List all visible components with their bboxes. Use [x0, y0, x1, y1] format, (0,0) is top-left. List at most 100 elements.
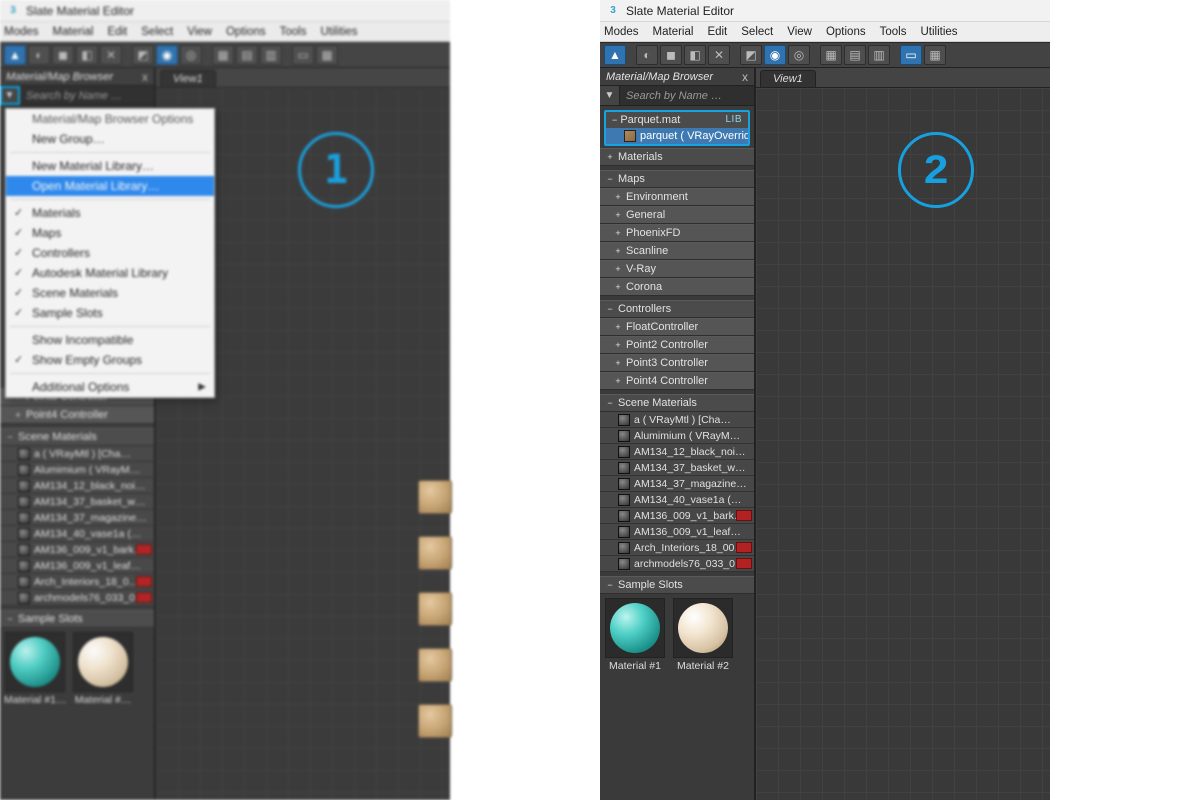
- tool-grid-icon[interactable]: ▦: [924, 45, 946, 65]
- menu-toggle-maps[interactable]: ✓Maps: [6, 223, 214, 243]
- list-item[interactable]: Arch_Interiors_18_0…: [0, 574, 154, 590]
- view-canvas[interactable]: [756, 88, 1050, 800]
- tree-maps-vray[interactable]: +V-Ray: [600, 260, 754, 278]
- tool-pick-icon[interactable]: ◐: [636, 45, 658, 65]
- tool-d-icon[interactable]: ▦: [820, 45, 842, 65]
- menu-show-incompatible[interactable]: Show Incompatible: [6, 330, 214, 350]
- material-node-thumbnail[interactable]: [418, 648, 452, 682]
- tool-f-icon[interactable]: ▥: [260, 45, 282, 65]
- material-node-thumbnail[interactable]: [418, 536, 452, 570]
- library-material-parquet[interactable]: parquet ( VRayOverrid…: [606, 128, 748, 144]
- tool-f-icon[interactable]: ▥: [868, 45, 890, 65]
- tool-a-icon[interactable]: ◩: [740, 45, 762, 65]
- menu-additional-options[interactable]: Additional Options▶: [6, 377, 214, 397]
- tool-c-icon[interactable]: ◎: [180, 45, 202, 65]
- tree-maps-scanline[interactable]: +Scanline: [600, 242, 754, 260]
- menu-toggle-scene-materials[interactable]: ✓Scene Materials: [6, 283, 214, 303]
- tree-point4controller[interactable]: +Point4 Controller: [0, 406, 154, 424]
- menu-select[interactable]: Select: [141, 26, 173, 38]
- menu-toggle-adsk-lib[interactable]: ✓Autodesk Material Library: [6, 263, 214, 283]
- tree-materials[interactable]: +Materials: [600, 148, 754, 166]
- tool-select-icon[interactable]: ▲: [604, 45, 626, 65]
- list-item[interactable]: Alumimium ( VRayM…: [0, 462, 154, 478]
- view-tab[interactable]: View1: [160, 70, 216, 87]
- list-item[interactable]: AM134_37_magazine…: [0, 510, 154, 526]
- tool-d-icon[interactable]: ▦: [212, 45, 234, 65]
- tool-e-icon[interactable]: ▤: [844, 45, 866, 65]
- tree-maps-general[interactable]: +General: [600, 206, 754, 224]
- list-item[interactable]: AM134_37_magazine…: [600, 476, 754, 492]
- list-item[interactable]: Arch_Interiors_18_00…: [600, 540, 754, 556]
- tool-x-icon[interactable]: ✕: [708, 45, 730, 65]
- list-item[interactable]: archmodels76_033_0…: [0, 590, 154, 606]
- list-item[interactable]: AM134_12_black_noi…: [0, 478, 154, 494]
- tree-point2controller[interactable]: +Point2 Controller: [600, 336, 754, 354]
- tool-pick-icon[interactable]: ◐: [28, 45, 50, 65]
- list-item[interactable]: AM136_009_v1_leaf…: [0, 558, 154, 574]
- browser-options-dropdown-icon[interactable]: ▼: [600, 86, 620, 105]
- loaded-library-parquet[interactable]: − Parquet.mat LIB parquet ( VRayOverrid…: [604, 110, 750, 146]
- list-item[interactable]: archmodels76_033_0…: [600, 556, 754, 572]
- menu-select[interactable]: Select: [741, 26, 773, 38]
- sample-slot-2[interactable]: Material #…: [72, 632, 134, 706]
- menu-tools[interactable]: Tools: [280, 26, 307, 38]
- tool-layout-icon[interactable]: ▭: [292, 45, 314, 65]
- menubar[interactable]: Modes Material Edit Select View Options …: [600, 22, 1050, 42]
- tool-c-icon[interactable]: ◎: [788, 45, 810, 65]
- tool-apply-icon[interactable]: ◧: [76, 45, 98, 65]
- search-input[interactable]: Search by Name …: [620, 86, 754, 105]
- list-item[interactable]: Alumimium ( VRayM…: [600, 428, 754, 444]
- menu-show-empty-groups[interactable]: ✓Show Empty Groups: [6, 350, 214, 370]
- menu-edit[interactable]: Edit: [107, 26, 127, 38]
- menu-toggle-controllers[interactable]: ✓Controllers: [6, 243, 214, 263]
- list-item[interactable]: AM134_12_black_noi…: [600, 444, 754, 460]
- material-node-thumbnail[interactable]: [418, 704, 452, 738]
- tree-maps-phoenix[interactable]: +PhoenixFD: [600, 224, 754, 242]
- tool-apply-icon[interactable]: ◧: [684, 45, 706, 65]
- tree-maps-corona[interactable]: +Corona: [600, 278, 754, 296]
- list-item[interactable]: a ( VRayMtl ) [Cha…: [600, 412, 754, 428]
- view-tab[interactable]: View1: [760, 70, 816, 87]
- list-item[interactable]: AM134_37_basket_w…: [0, 494, 154, 510]
- list-item[interactable]: AM136_009_v1_leaf…: [600, 524, 754, 540]
- menu-edit[interactable]: Edit: [707, 26, 727, 38]
- menubar[interactable]: Modes Material Edit Select View Options …: [0, 22, 450, 42]
- menu-modes[interactable]: Modes: [4, 26, 39, 38]
- menu-new-group[interactable]: New Group…: [6, 129, 214, 149]
- tool-layout-icon[interactable]: ▭: [900, 45, 922, 65]
- menu-utilities[interactable]: Utilities: [320, 26, 357, 38]
- tool-select-icon[interactable]: ▲: [4, 45, 26, 65]
- menu-view[interactable]: View: [187, 26, 212, 38]
- list-item[interactable]: AM134_37_basket_w…: [600, 460, 754, 476]
- menu-options[interactable]: Options: [226, 26, 266, 38]
- menu-view[interactable]: View: [787, 26, 812, 38]
- close-icon[interactable]: x: [142, 70, 148, 84]
- tool-e-icon[interactable]: ▤: [236, 45, 258, 65]
- tree-maps-env[interactable]: +Environment: [600, 188, 754, 206]
- sample-slot-1[interactable]: Material #1: [604, 598, 666, 672]
- tool-assign-icon[interactable]: ◼: [660, 45, 682, 65]
- sample-slot-1[interactable]: Material #1…: [4, 632, 66, 706]
- menu-material[interactable]: Material: [53, 26, 94, 38]
- menu-modes[interactable]: Modes: [604, 26, 639, 38]
- tool-x-icon[interactable]: ✕: [100, 45, 122, 65]
- tree-scene-materials[interactable]: −Scene Materials: [600, 394, 754, 412]
- tool-grid-icon[interactable]: ▦: [316, 45, 338, 65]
- close-icon[interactable]: x: [742, 70, 748, 84]
- search-input[interactable]: Search by Name …: [20, 86, 154, 105]
- menu-utilities[interactable]: Utilities: [920, 26, 957, 38]
- menu-material[interactable]: Material: [653, 26, 694, 38]
- menu-new-material-library[interactable]: New Material Library…: [6, 156, 214, 176]
- list-item[interactable]: AM136_009_v1_bark…: [600, 508, 754, 524]
- tree-floatcontroller[interactable]: +FloatController: [600, 318, 754, 336]
- browser-options-dropdown-icon[interactable]: ▼: [0, 86, 20, 105]
- material-node-thumbnail[interactable]: [418, 592, 452, 626]
- menu-options[interactable]: Options: [826, 26, 866, 38]
- tree-scene-materials[interactable]: −Scene Materials: [0, 428, 154, 446]
- list-item[interactable]: AM136_009_v1_bark…: [0, 542, 154, 558]
- material-node-thumbnail[interactable]: [418, 480, 452, 514]
- tree-sample-slots[interactable]: −Sample Slots: [600, 576, 754, 594]
- menu-open-material-library[interactable]: Open Material Library…: [6, 176, 214, 196]
- menu-toggle-materials[interactable]: ✓Materials: [6, 203, 214, 223]
- sample-slot-2[interactable]: Material #2: [672, 598, 734, 672]
